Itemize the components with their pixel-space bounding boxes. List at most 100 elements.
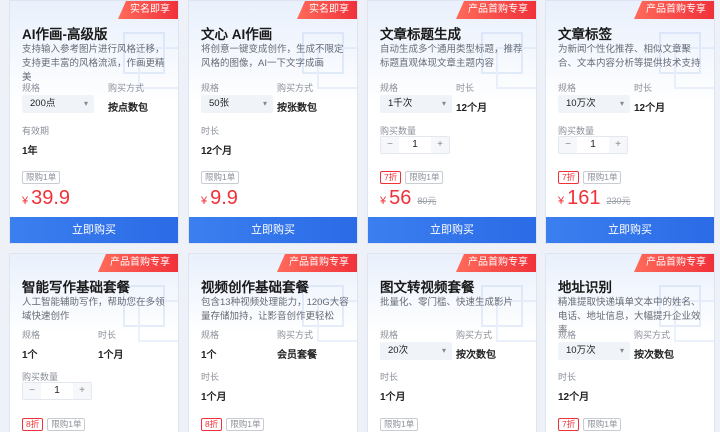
original-price: 80元 xyxy=(417,196,437,206)
discount-tag: 8折 xyxy=(201,418,223,431)
quantity-input[interactable]: 1 xyxy=(577,137,609,153)
duration-label: 时长 xyxy=(456,83,475,93)
spec-select[interactable]: 200点 ▾ xyxy=(22,95,94,113)
quantity-input[interactable]: 1 xyxy=(41,383,73,399)
quantity-stepper: − 1 + xyxy=(558,136,628,154)
buy-method-value: 按次数包 xyxy=(456,350,496,361)
chevron-down-icon: ▾ xyxy=(441,99,446,108)
buy-method-value: 会员套餐 xyxy=(277,350,317,361)
product-card-title-generation: 产品首购专享 文章标题生成 自动生成多个通用类型标题，推荐标题直观体现文章主题内… xyxy=(367,0,537,244)
product-card-writing-basic: 产品首购专享 智能写作基础套餐 人工智能辅助写作，帮助您在多领域快速创作 规格 … xyxy=(9,253,179,432)
card-description: 批量化、零门槛、快速生成影片 xyxy=(380,297,514,308)
spec-label: 规格 xyxy=(22,330,41,340)
chevron-down-icon: ▾ xyxy=(262,99,267,108)
discount-tag: 7折 xyxy=(380,171,402,184)
badge: 产品首购专享 xyxy=(277,254,357,272)
spec-label: 规格 xyxy=(201,330,220,340)
duration-value: 1个月 xyxy=(380,392,406,403)
card-title: 视频创作基础套餐 xyxy=(201,280,309,295)
spec-label: 规格 xyxy=(22,83,41,93)
limit-tag: 限购1单 xyxy=(22,171,61,184)
buy-button[interactable]: 立即购买 xyxy=(10,217,178,243)
tag-row: 限购1单 xyxy=(380,418,419,431)
validity-label: 有效期 xyxy=(22,126,50,136)
tag-row: 7折 限购1单 xyxy=(558,171,622,184)
buy-method-label: 购买方式 xyxy=(456,330,493,340)
chevron-down-icon: ▾ xyxy=(83,99,88,108)
duration-label: 时长 xyxy=(380,372,399,382)
badge: 产品首购专享 xyxy=(634,254,714,272)
spec-label: 规格 xyxy=(558,330,577,340)
tag-row: 8折 限购1单 xyxy=(22,418,86,431)
product-card-address-recognition: 产品首购专享 地址识别 精准提取快递填单文本中的姓名、电话、地址信息，大幅提升企… xyxy=(545,253,715,432)
duration-label: 时长 xyxy=(634,83,653,93)
badge: 产品首购专享 xyxy=(456,254,536,272)
minus-button[interactable]: − xyxy=(559,137,577,153)
discount-tag: 7折 xyxy=(558,418,580,431)
product-card-video-basic: 产品首购专享 视频创作基础套餐 包含13种视频处理能力，120G大容量存储加持，… xyxy=(188,253,358,432)
quantity-input[interactable]: 1 xyxy=(399,137,431,153)
buy-button[interactable]: 立即购买 xyxy=(189,217,357,243)
product-card-ai-painting-pro: 实名即享 AI作画-高级版 支持输入参考图片进行风格迁移，支持更丰富的风格流派，… xyxy=(9,0,179,244)
discount-tag: 8折 xyxy=(22,418,44,431)
tag-row: 8折 限购1单 xyxy=(201,418,265,431)
minus-button[interactable]: − xyxy=(381,137,399,153)
card-description: 为新闻个性化推荐、相似文章聚合、文本内容分析等提供技术支持 xyxy=(558,44,701,69)
buy-method-value: 按点数包 xyxy=(108,103,148,114)
tag-row: 7折 限购1单 xyxy=(558,418,622,431)
plus-button[interactable]: + xyxy=(431,137,449,153)
card-title: 图文转视频套餐 xyxy=(380,280,475,295)
card-title: 文心 AI作画 xyxy=(201,27,273,42)
duration-label: 时长 xyxy=(98,330,117,340)
badge: 实名即享 xyxy=(297,1,357,19)
spec-select[interactable]: 10万次 ▾ xyxy=(558,95,630,113)
quantity-stepper: − 1 + xyxy=(22,382,92,400)
buy-button[interactable]: 立即购买 xyxy=(546,217,714,243)
buy-method-label: 购买方式 xyxy=(277,83,314,93)
badge: 产品首购专享 xyxy=(98,254,178,272)
validity-value: 1年 xyxy=(22,146,38,157)
chevron-down-icon: ▾ xyxy=(441,346,446,355)
buy-method-value: 按次数包 xyxy=(634,350,674,361)
tag-row: 7折 限购1单 xyxy=(380,171,444,184)
spec-label: 规格 xyxy=(380,83,399,93)
duration-label: 时长 xyxy=(201,372,220,382)
buy-button[interactable]: 立即购买 xyxy=(368,217,536,243)
buy-method-label: 购买方式 xyxy=(108,83,145,93)
card-title: 智能写作基础套餐 xyxy=(22,280,130,295)
chevron-down-icon: ▾ xyxy=(619,346,624,355)
price: ¥56 80元 xyxy=(380,187,437,209)
product-card-ai-painting: 实名即享 文心 AI作画 将创意一键变成创作，生成不限定风格的图像，AI一下文字… xyxy=(188,0,358,244)
discount-tag: 7折 xyxy=(558,171,580,184)
card-description: 人工智能辅助写作，帮助您在多领域快速创作 xyxy=(22,297,165,322)
card-description: 自动生成多个通用类型标题，推荐标题直观体现文章主题内容 xyxy=(380,44,523,69)
spec-select[interactable]: 20次 ▾ xyxy=(380,342,452,360)
minus-button[interactable]: − xyxy=(23,383,41,399)
plus-button[interactable]: + xyxy=(609,137,627,153)
limit-tag: 限购1单 xyxy=(201,171,240,184)
limit-tag: 限购1单 xyxy=(380,418,419,431)
spec-value: 1个 xyxy=(22,350,38,361)
limit-tag: 限购1单 xyxy=(405,171,444,184)
limit-tag: 限购1单 xyxy=(583,171,622,184)
product-card-text-to-video: 产品首购专享 图文转视频套餐 批量化、零门槛、快速生成影片 规格 20次 ▾ 购买… xyxy=(367,253,537,432)
spec-select[interactable]: 1千次 ▾ xyxy=(380,95,452,113)
limit-tag: 限购1单 xyxy=(583,418,622,431)
price: ¥9.9 xyxy=(201,187,238,209)
limit-tag: 限购1单 xyxy=(226,418,265,431)
plus-button[interactable]: + xyxy=(73,383,91,399)
quantity-stepper: − 1 + xyxy=(380,136,450,154)
card-description: 支持输入参考图片进行风格迁移，支持更丰富的风格流派，作画更精美 xyxy=(22,44,165,83)
badge: 产品首购专享 xyxy=(456,1,536,19)
spec-select[interactable]: 50张 ▾ xyxy=(201,95,273,113)
spec-select[interactable]: 10万次 ▾ xyxy=(558,342,630,360)
duration-label: 时长 xyxy=(201,126,220,136)
chevron-down-icon: ▾ xyxy=(619,99,624,108)
card-title: 文章标签 xyxy=(558,27,612,42)
tag-row: 限购1单 xyxy=(201,171,240,184)
product-card-article-tags: 产品首购专享 文章标签 为新闻个性化推荐、相似文章聚合、文本内容分析等提供技术支… xyxy=(545,0,715,244)
duration-value: 12个月 xyxy=(558,392,590,403)
card-title: AI作画-高级版 xyxy=(22,27,108,42)
badge: 实名即享 xyxy=(118,1,178,19)
buy-method-label: 购买方式 xyxy=(634,330,671,340)
